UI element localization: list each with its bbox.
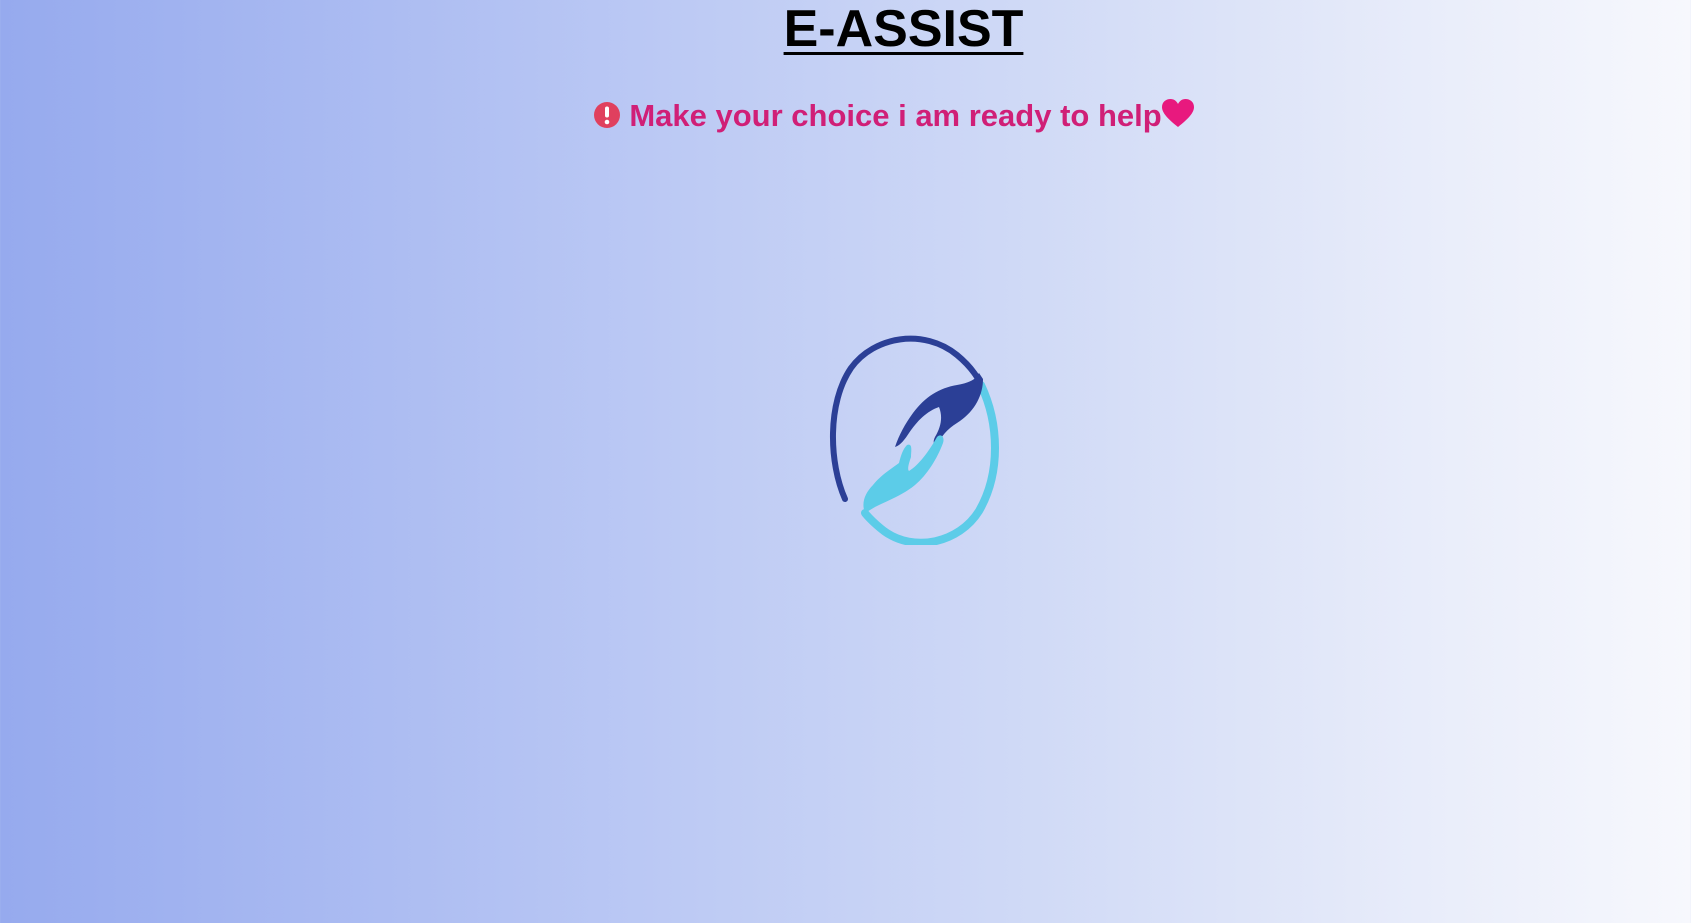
heart-icon (1161, 98, 1194, 138)
tagline: Make your choice i am ready to help (0, 96, 1691, 139)
exclamation-circle-icon (593, 99, 621, 139)
helping-hands-logo (829, 333, 1005, 547)
tagline-text: Make your choice i am ready to help (629, 98, 1162, 133)
page-title: E-ASSIST (783, 0, 1024, 58)
